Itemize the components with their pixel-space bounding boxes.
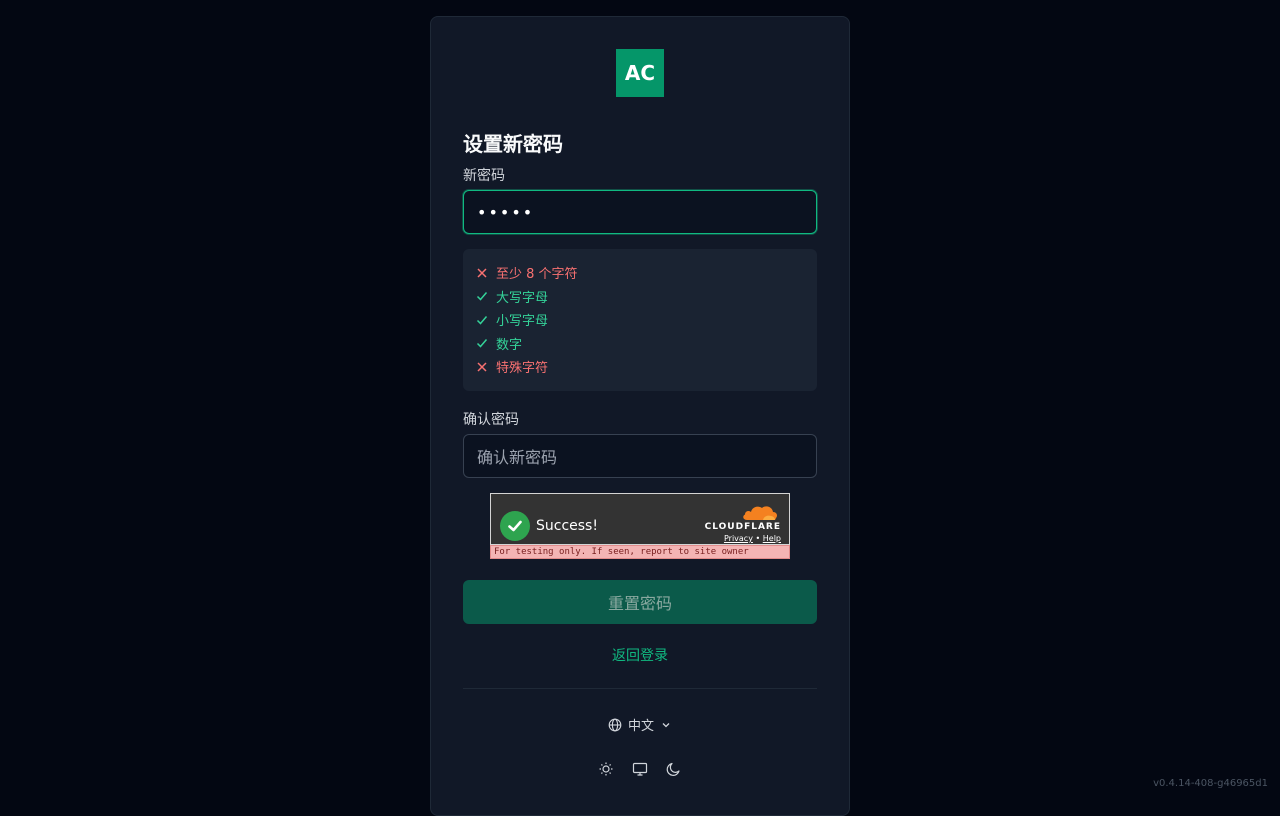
x-icon xyxy=(477,268,487,278)
requirement-label: 特殊字符 xyxy=(496,361,549,377)
back-to-login-link[interactable]: 返回登录 xyxy=(431,645,849,665)
language-selector[interactable]: 中文 xyxy=(431,715,849,734)
chevron-down-icon xyxy=(662,722,670,727)
reset-password-button[interactable]: 重置密码 xyxy=(463,580,817,624)
check-icon xyxy=(476,315,488,325)
new-password-label: 新密码 xyxy=(463,168,505,184)
help-link[interactable]: Help xyxy=(763,534,781,543)
requirement-lowercase: 小写字母 xyxy=(476,308,817,332)
confirm-password-input[interactable]: 确认新密码 xyxy=(463,434,817,478)
captcha-testing-note: For testing only. If seen, report to sit… xyxy=(490,545,790,559)
new-password-value: ••••• xyxy=(477,202,535,222)
app-version: v0.4.14-408-g46965d1 xyxy=(1153,778,1268,789)
x-icon xyxy=(477,362,487,372)
link-separator: • xyxy=(755,534,761,543)
monitor-icon[interactable] xyxy=(632,761,648,777)
captcha-status: Success! xyxy=(536,518,598,534)
theme-switcher xyxy=(431,761,849,777)
captcha-links: Privacy • Help xyxy=(724,534,781,543)
requirement-special-char: 特殊字符 xyxy=(476,355,817,379)
language-label: 中文 xyxy=(627,719,654,734)
divider xyxy=(463,688,817,689)
new-password-input[interactable]: ••••• xyxy=(463,190,817,234)
cloudflare-brand: CLOUDFLARE xyxy=(704,522,781,532)
requirement-uppercase: 大写字母 xyxy=(476,285,817,309)
reset-password-card: AC 设置新密码 新密码 ••••• 至少 8 个字符 大写字母 小写字母 数字… xyxy=(430,16,850,816)
globe-icon xyxy=(608,718,622,731)
check-icon xyxy=(476,292,488,301)
page-title: 设置新密码 xyxy=(463,132,563,156)
confirm-password-placeholder: 确认新密码 xyxy=(477,448,558,467)
check-icon xyxy=(476,339,488,348)
confirm-password-label: 确认密码 xyxy=(463,412,519,428)
privacy-link[interactable]: Privacy xyxy=(724,534,753,543)
requirement-min-length: 至少 8 个字符 xyxy=(476,261,817,285)
requirement-label: 数字 xyxy=(496,337,523,353)
requirement-number: 数字 xyxy=(476,332,817,356)
requirement-label: 大写字母 xyxy=(496,290,549,306)
sun-icon[interactable] xyxy=(598,761,614,777)
captcha-box: Success! CLOUDFLARE Privacy • Help xyxy=(490,493,790,545)
cloudflare-cloud-icon xyxy=(743,506,777,520)
success-check-icon xyxy=(500,511,530,541)
requirement-label: 小写字母 xyxy=(496,314,549,330)
requirement-label: 至少 8 个字符 xyxy=(496,267,578,283)
app-logo: AC xyxy=(616,49,664,97)
password-requirements: 至少 8 个字符 大写字母 小写字母 数字 特殊字符 xyxy=(463,249,817,391)
moon-icon[interactable] xyxy=(666,761,682,777)
cloudflare-turnstile-widget[interactable]: Success! CLOUDFLARE Privacy • Help For t… xyxy=(490,493,790,559)
